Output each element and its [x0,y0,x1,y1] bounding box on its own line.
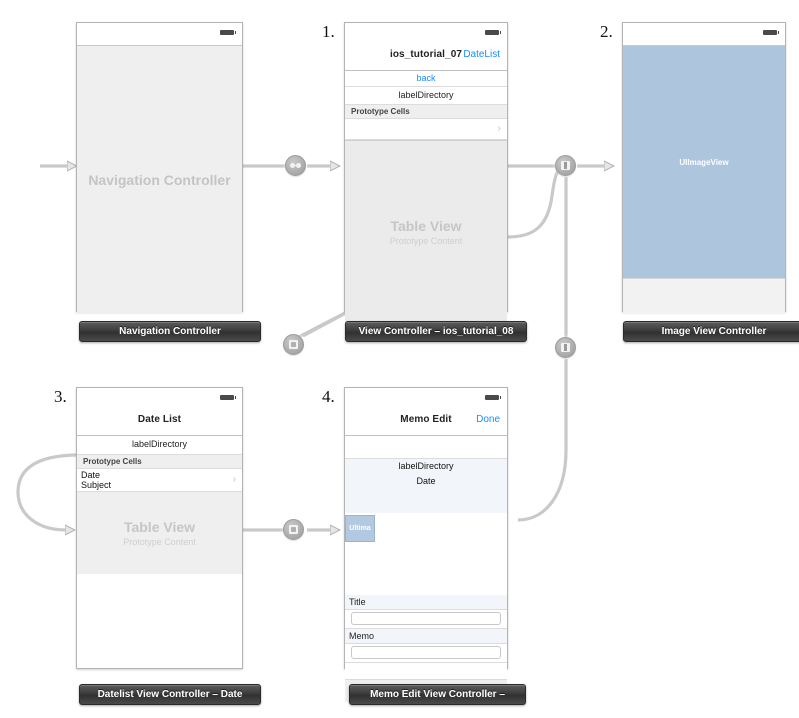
row-label-directory: labelDirectory [77,436,242,455]
plaque-image-view-controller[interactable]: Image View Controller [623,321,799,342]
status-bar [345,23,507,45]
memo-title-input[interactable] [351,612,501,625]
table-view-subtitle: Prototype Content [123,537,196,547]
battery-icon [485,30,501,35]
section-header-prototype-cells: Prototype Cells [345,105,507,119]
memo-label-date: Date [345,476,507,491]
memo-image-placeholder[interactable]: Ultima [345,515,375,542]
memo-image-area: Ultima [345,513,507,595]
plaque-memo-edit-view-controller[interactable]: Memo Edit View Controller – [349,684,526,705]
memo-blank-row [345,663,507,680]
memo-title-label-row: Title [345,595,507,610]
scene-number-1: 1. [322,22,335,41]
scene-datelist-view-controller[interactable]: Date List labelDirectory Prototype Cells… [76,387,243,669]
nav-right-button[interactable]: DateList [463,49,500,60]
table-view-subtitle: Prototype Content [389,236,463,246]
table-view-placeholder: Table View Prototype Content [77,492,242,574]
table-view-title: Table View [123,519,196,535]
scene-memo-edit-view-controller[interactable]: Memo Edit Done labelDirectory Date Ultim… [344,387,508,702]
battery-icon [485,395,501,400]
plaque-datelist-view-controller[interactable]: Datelist View Controller – Date [79,684,261,705]
plaque-navigation-controller[interactable]: Navigation Controller [79,321,261,342]
section-header-prototype-cells: Prototype Cells [77,455,242,469]
memo-label-directory: labelDirectory [345,459,507,476]
prototype-cell[interactable]: Date Subject › [77,469,242,492]
battery-icon [220,395,236,400]
status-bar [77,23,242,45]
scene-view-controller-ios-tutorial-08[interactable]: ios_tutorial_07 DateList back labelDirec… [344,22,508,323]
battery-icon [220,30,236,35]
battery-icon [763,30,779,35]
cell-line-date: Date [81,470,101,480]
nav-title: Date List [137,414,182,425]
storyboard-canvas[interactable]: Navigation Controller Navigation Control… [0,0,799,718]
memo-memo-field-row [345,644,507,663]
table-view-tail [77,574,242,668]
scene-navigation-controller[interactable]: Navigation Controller [76,22,243,313]
navigation-controller-label: Navigation Controller [88,171,231,188]
push-segue-icon [289,525,298,534]
status-bar [345,388,507,410]
memo-title-field-row [345,610,507,629]
nav-bar: Date List [77,410,242,436]
segue-badge-vc07-to-image[interactable] [555,155,576,176]
memo-memo-input[interactable] [351,646,501,659]
push-segue-icon [561,343,570,352]
status-bar [623,23,785,45]
prototype-cell[interactable]: › [345,119,507,140]
segue-badge-datelist-to-memo[interactable] [283,519,304,540]
scene-number-4: 4. [322,387,335,406]
memo-memo-label: Memo [349,631,375,641]
row-label-directory: labelDirectory [345,87,507,105]
memo-band-spacer [345,491,507,513]
memo-title-label: Title [349,597,366,607]
chevron-right-icon: › [232,474,236,485]
ui-image-view-label: UIImageView [679,157,729,167]
image-view-footer [623,278,785,313]
scene-image-view-controller[interactable]: UIImageView [622,22,786,313]
relationship-icon [290,163,301,168]
memo-memo-label-row: Memo [345,629,507,644]
cell-line-subject: Subject [81,480,112,490]
done-button[interactable]: Done [476,414,500,425]
plaque-view-controller-ios-tutorial-08[interactable]: View Controller – ios_tutorial_08 [345,321,527,342]
push-segue-icon [289,340,298,349]
segue-badge-memo-to-image[interactable] [555,337,576,358]
nav-bar: Memo Edit Done [345,410,507,436]
memo-spacer-row [345,436,507,459]
segue-badge-relationship[interactable] [285,155,306,176]
table-view-title: Table View [390,218,462,234]
table-view-placeholder: Table View Prototype Content [345,140,507,323]
navigation-controller-body: Navigation Controller [77,45,242,313]
scene-number-3: 3. [54,387,67,406]
scene-number-2: 2. [600,22,613,41]
segue-badge-vc07-to-datelist[interactable] [283,334,304,355]
status-bar [77,388,242,410]
ui-image-view[interactable]: UIImageView [623,45,785,278]
chevron-right-icon: › [497,123,501,134]
nav-bar: ios_tutorial_07 DateList [345,45,507,71]
push-segue-icon [561,161,570,170]
row-back[interactable]: back [345,71,507,87]
